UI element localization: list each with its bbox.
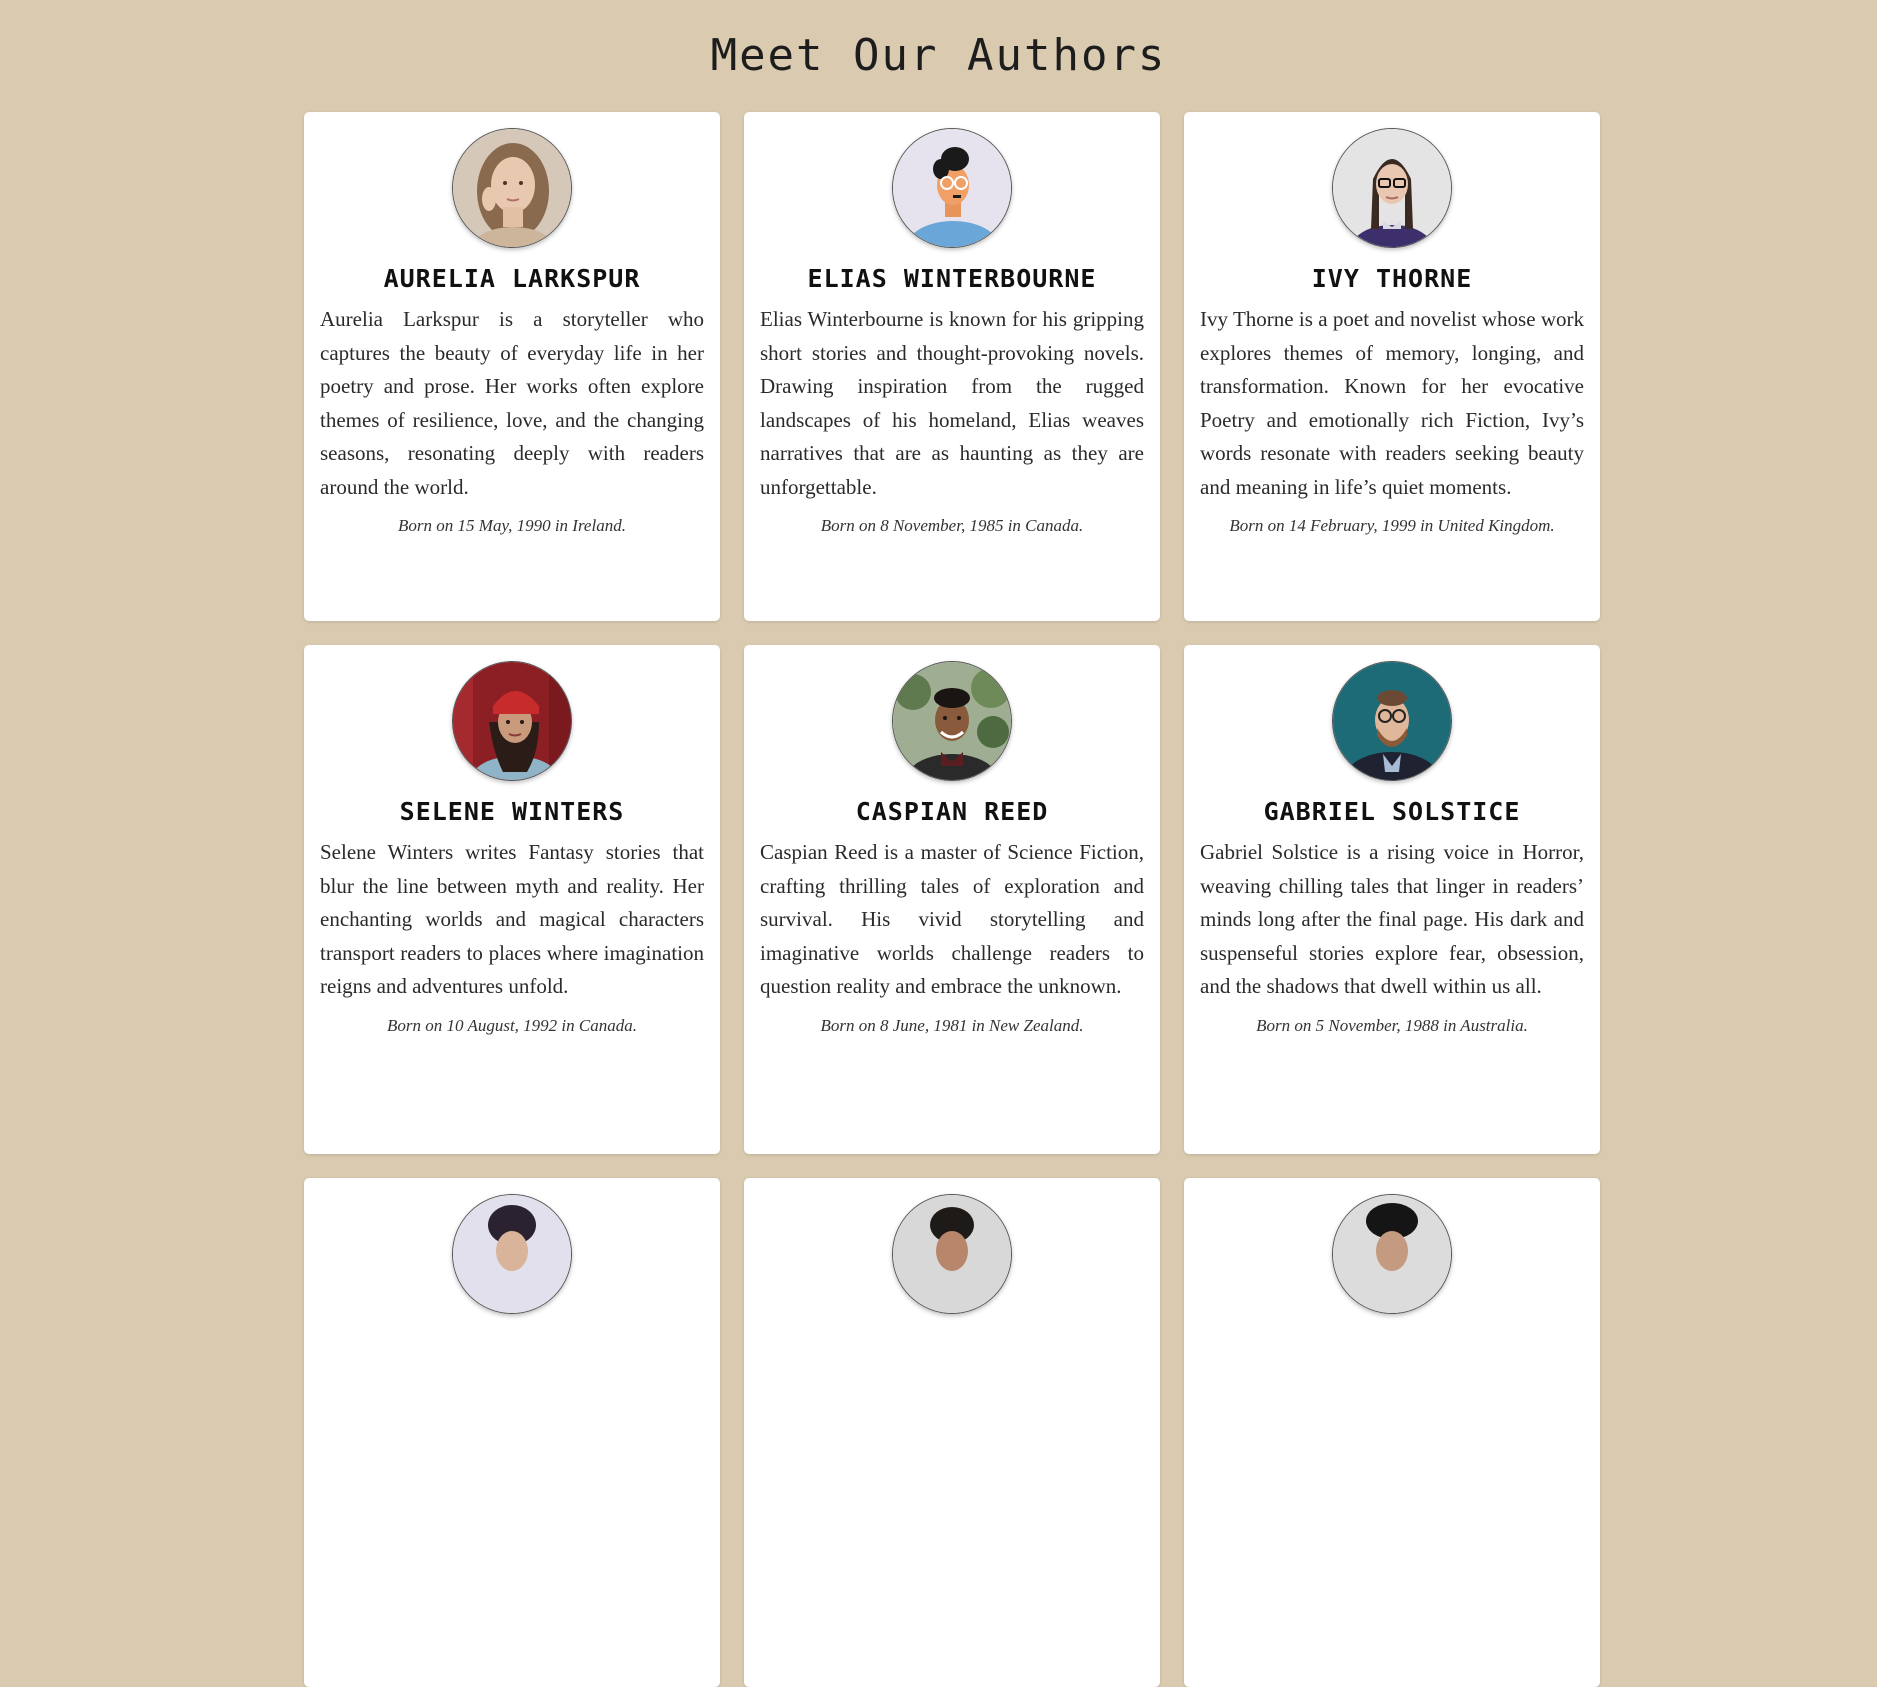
- author-bio: Gabriel Solstice is a rising voice in Ho…: [1200, 840, 1584, 998]
- author-name: Gabriel Solstice: [1263, 797, 1521, 826]
- author-avatar: [1332, 1194, 1452, 1314]
- avatar-image: [893, 662, 1011, 780]
- author-avatar: [892, 128, 1012, 248]
- author-birth-info: Born on 8 June, 1981 in New Zealand.: [820, 1015, 1084, 1035]
- author-card: Selene Winters Selene Winters writes Fan…: [304, 645, 720, 1154]
- author-name: Selene Winters: [399, 797, 625, 826]
- author-card: [744, 1178, 1160, 1687]
- author-avatar: [1332, 128, 1452, 248]
- avatar-image: [1333, 1195, 1451, 1313]
- author-card: Ivy Thorne Ivy Thorne is a poet and nove…: [1184, 112, 1600, 621]
- author-avatar: [452, 661, 572, 781]
- author-avatar: [452, 128, 572, 248]
- author-card: [304, 1178, 720, 1687]
- author-birth-info: Born on 10 August, 1992 in Canada.: [387, 1015, 637, 1035]
- avatar-image: [453, 1195, 571, 1313]
- author-birth-info: Born on 15 May, 1990 in Ireland.: [398, 516, 626, 535]
- author-name: Aurelia Larkspur: [383, 264, 641, 293]
- author-bio: Aurelia Larkspur is a storyteller who ca…: [320, 307, 704, 499]
- avatar-image: [893, 129, 1011, 247]
- author-birth-info: Born on 8 November, 1985 in Canada.: [820, 516, 1084, 535]
- avatar-image: [453, 129, 571, 247]
- author-avatar: [892, 1194, 1012, 1314]
- author-name: Elias Winterbourne: [807, 264, 1097, 293]
- author-avatar: [1332, 661, 1452, 781]
- author-name: Caspian Reed: [855, 797, 1049, 826]
- avatar-image: [453, 662, 571, 780]
- author-birth-info: Born on 5 November, 1988 in Australia.: [1256, 1015, 1528, 1035]
- author-avatar: [452, 1194, 572, 1314]
- avatar-image: [1333, 662, 1451, 780]
- page-title: Meet Our Authors: [710, 30, 1167, 81]
- avatar-image: [893, 1195, 1011, 1313]
- author-bio: Caspian Reed is a master of Science Fict…: [760, 840, 1144, 998]
- author-card: Caspian Reed Caspian Reed is a master of…: [744, 645, 1160, 1154]
- authors-grid: Aurelia Larkspur Aurelia Larkspur is a s…: [304, 112, 1600, 1687]
- author-card: [1184, 1178, 1600, 1687]
- author-name: Ivy Thorne: [1311, 264, 1473, 293]
- author-bio: Elias Winterbourne is known for his grip…: [760, 307, 1144, 499]
- author-card: Elias Winterbourne Elias Winterbourne is…: [744, 112, 1160, 621]
- author-birth-info: Born on 14 February, 1999 in United King…: [1229, 516, 1555, 535]
- author-bio: Ivy Thorne is a poet and novelist whose …: [1200, 307, 1584, 499]
- author-avatar: [892, 661, 1012, 781]
- author-card: Aurelia Larkspur Aurelia Larkspur is a s…: [304, 112, 720, 621]
- author-bio: Selene Winters writes Fantasy stories th…: [320, 840, 704, 998]
- author-card: Gabriel Solstice Gabriel Solstice is a r…: [1184, 645, 1600, 1154]
- avatar-image: [1333, 129, 1451, 247]
